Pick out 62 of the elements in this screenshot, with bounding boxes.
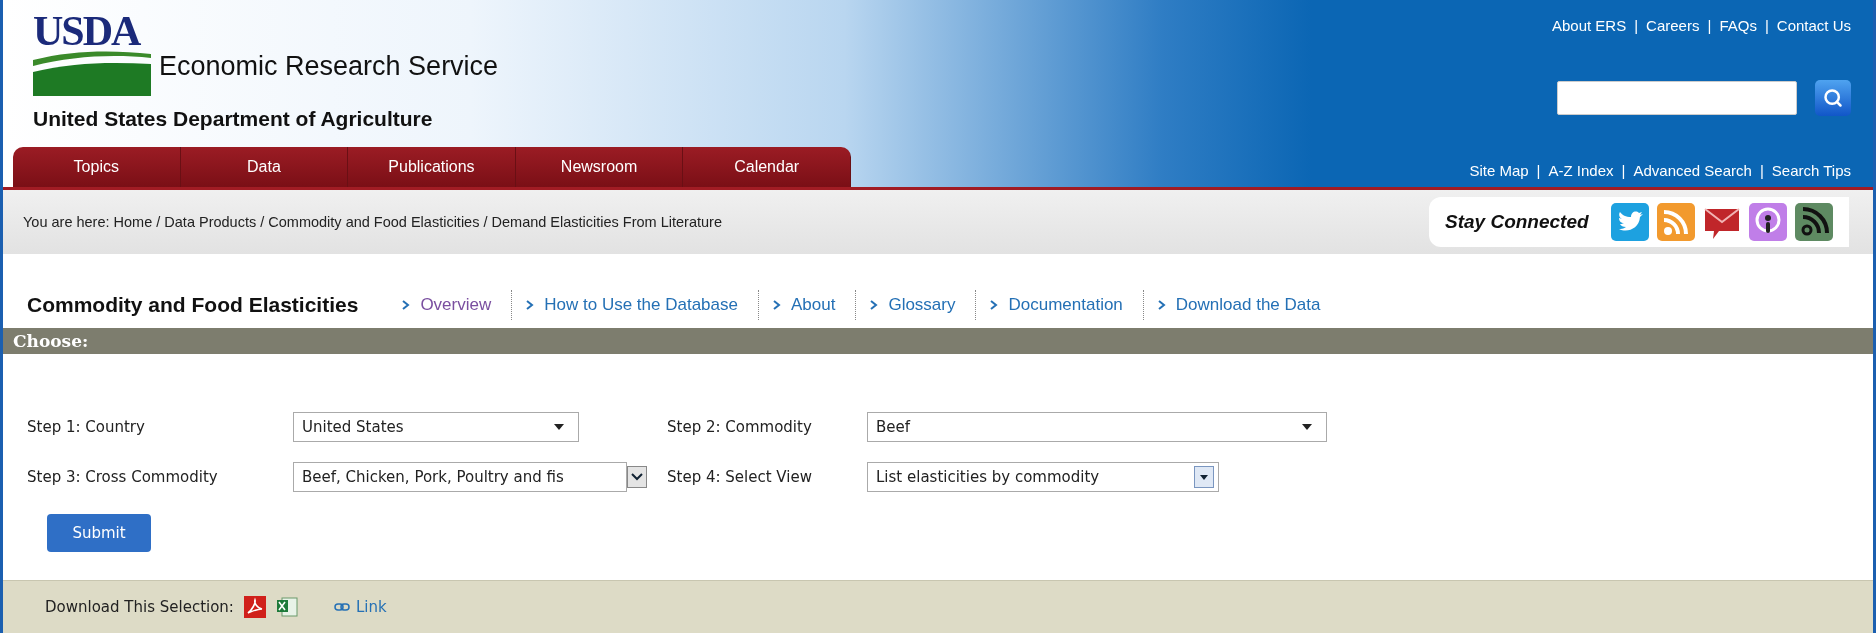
chevron-icon bbox=[1157, 300, 1166, 310]
header-link[interactable]: Search Tips bbox=[1771, 162, 1851, 179]
link-separator: | bbox=[1536, 162, 1541, 179]
spreadsheet-icon[interactable] bbox=[275, 596, 298, 618]
chain-icon bbox=[333, 603, 350, 611]
section-link[interactable]: Download the Data bbox=[1175, 295, 1321, 315]
header-link[interactable]: Site Map bbox=[1469, 162, 1529, 179]
department-name: United States Department of Agriculture bbox=[32, 105, 434, 131]
dropdown[interactable]: United States bbox=[293, 412, 579, 442]
link-separator: | bbox=[1707, 17, 1712, 34]
section-link[interactable]: Glossary bbox=[888, 295, 956, 315]
dropdown[interactable]: Beef, Chicken, Pork, Poultry and fis bbox=[293, 462, 627, 492]
field-label: Step 1: Country bbox=[27, 418, 146, 436]
header-link[interactable]: Careers bbox=[1646, 17, 1700, 34]
chevron-icon bbox=[402, 300, 411, 310]
header-link[interactable]: FAQs bbox=[1719, 17, 1757, 34]
usda-logo: USDA bbox=[33, 12, 153, 96]
section-link[interactable]: Overview bbox=[420, 295, 492, 315]
download-label: Download This Selection: bbox=[45, 598, 234, 616]
dropdown[interactable]: List elasticities by commodity bbox=[867, 462, 1219, 492]
section-link[interactable]: Documentation bbox=[1008, 295, 1123, 315]
feed-icon[interactable] bbox=[1794, 203, 1833, 241]
section-link[interactable]: About bbox=[790, 295, 836, 315]
chevron-icon bbox=[772, 300, 781, 310]
nav-tab[interactable]: Topics bbox=[13, 147, 181, 187]
chevron-icon bbox=[870, 300, 879, 310]
breadcrumb: You are here: Home / Data Products / Commodity and Food Elasticities / Demand Elasticities From Literature bbox=[23, 214, 722, 230]
search-field[interactable] bbox=[1557, 81, 1797, 115]
header-link[interactable]: About ERS bbox=[1552, 17, 1627, 34]
nav-tab[interactable]: Data bbox=[180, 147, 349, 187]
link-separator: | bbox=[1634, 17, 1639, 34]
caret-icon bbox=[1194, 466, 1214, 488]
field-label: Step 2: Commodity bbox=[667, 418, 813, 436]
submit-button[interactable]: Submit bbox=[47, 514, 151, 552]
section-link[interactable]: How to Use the Database bbox=[544, 295, 738, 315]
nav-tab[interactable]: Calendar bbox=[683, 147, 851, 187]
dropdown[interactable]: Beef bbox=[867, 412, 1327, 442]
agency-name: Economic Research Service bbox=[159, 51, 499, 83]
choose-header: Choose: bbox=[3, 328, 1873, 354]
search-icon bbox=[1823, 88, 1843, 108]
stay-connected-label: Stay Connected bbox=[1445, 211, 1589, 233]
caret-icon bbox=[627, 466, 647, 488]
header-link[interactable]: Contact Us bbox=[1776, 17, 1851, 34]
nav-tab[interactable]: Publications bbox=[348, 147, 516, 187]
section-title: Commodity and Food Elasticities bbox=[27, 293, 359, 317]
caret-icon bbox=[1302, 424, 1312, 430]
podcast-icon[interactable] bbox=[1748, 203, 1787, 241]
link-separator: | bbox=[1621, 162, 1626, 179]
link[interactable]: Link bbox=[333, 598, 387, 616]
link-separator: | bbox=[1764, 17, 1769, 34]
chevron-icon bbox=[526, 300, 535, 310]
header-link[interactable]: Advanced Search bbox=[1633, 162, 1752, 179]
nav-tab[interactable]: Newsroom bbox=[515, 147, 684, 187]
pdf-icon[interactable] bbox=[243, 596, 266, 618]
link-separator: | bbox=[1759, 162, 1764, 179]
field-label: Step 4: Select View bbox=[667, 468, 813, 486]
bird-icon[interactable] bbox=[1610, 203, 1649, 241]
field-label: Step 3: Cross Commodity bbox=[27, 468, 219, 486]
chevron-icon bbox=[990, 300, 999, 310]
caret-icon bbox=[554, 424, 564, 430]
search-button[interactable] bbox=[1815, 80, 1851, 116]
header-link[interactable]: A-Z Index bbox=[1548, 162, 1614, 179]
